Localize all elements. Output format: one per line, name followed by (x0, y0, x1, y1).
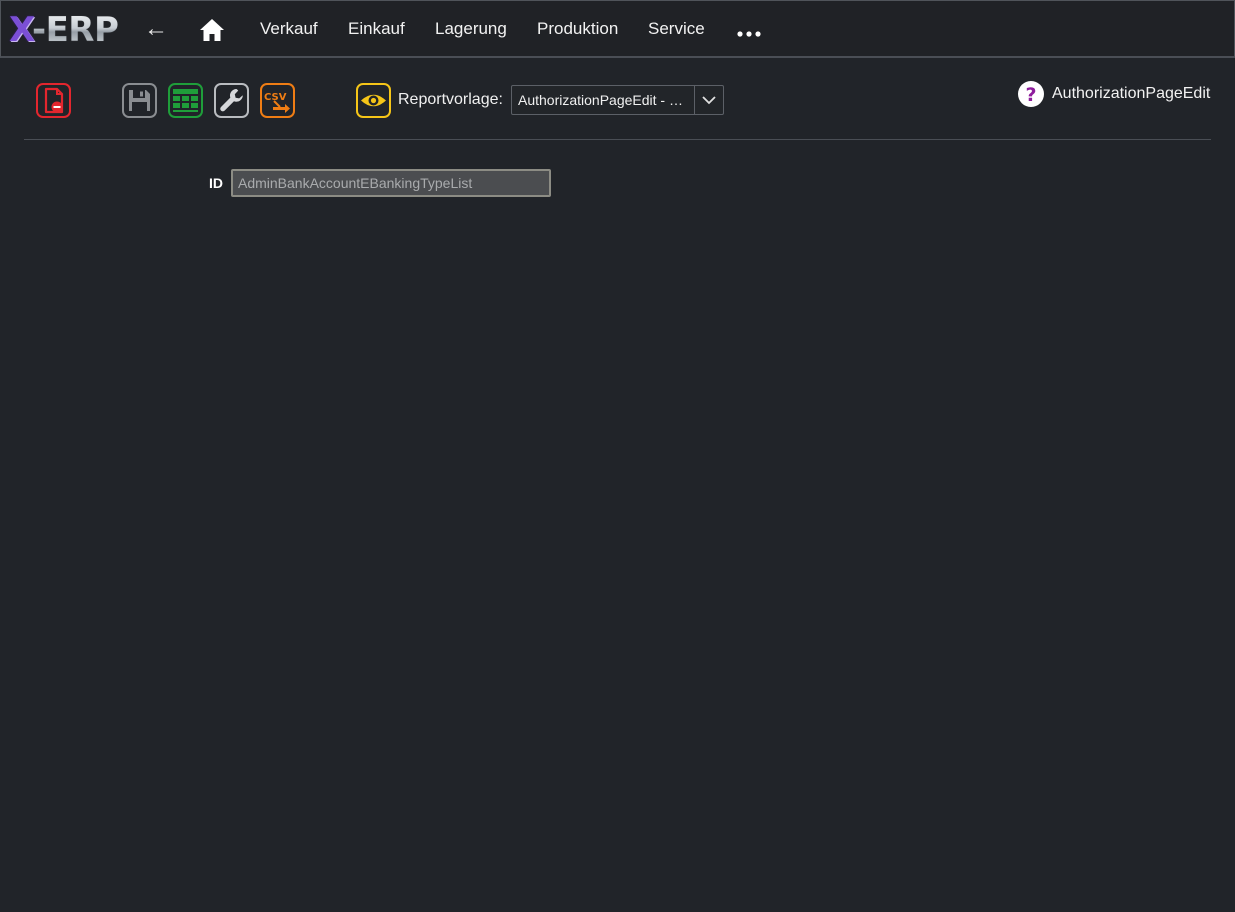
nav-item-verkauf[interactable]: Verkauf (260, 19, 318, 39)
chevron-down-icon[interactable] (694, 86, 723, 114)
id-field[interactable] (231, 169, 551, 197)
wrench-icon (214, 83, 249, 118)
table-view-button[interactable] (168, 83, 203, 118)
table-grid-icon (168, 83, 203, 118)
nav-item-lagerung[interactable]: Lagerung (435, 19, 507, 39)
report-template-select[interactable]: AuthorizationPageEdit - … (511, 85, 724, 115)
save-button[interactable] (122, 83, 157, 118)
page-name: AuthorizationPageEdit (1052, 85, 1211, 102)
nav-item-service[interactable]: Service (648, 19, 705, 39)
id-field-label: ID (209, 175, 223, 191)
settings-button[interactable] (214, 83, 249, 118)
nav-item-einkauf[interactable]: Einkauf (348, 19, 405, 39)
more-dots-icon[interactable] (736, 25, 762, 37)
delete-document-icon (36, 83, 71, 118)
app-logo[interactable]: X-ERP (9, 10, 119, 50)
nav-item-produktion[interactable]: Produktion (537, 19, 618, 39)
preview-button[interactable] (356, 83, 391, 118)
csv-export-button[interactable]: CSV (260, 83, 295, 118)
save-disk-icon (122, 83, 157, 118)
delete-button[interactable] (36, 83, 71, 118)
eye-icon (356, 83, 391, 118)
top-nav-bar: X-ERP ← Verkauf Einkauf Lagerung Produkt… (0, 0, 1235, 58)
help-question-icon[interactable]: ? (1018, 81, 1044, 107)
home-icon[interactable] (198, 17, 226, 43)
toolbar-divider (24, 139, 1211, 140)
report-template-label: Reportvorlage: (398, 91, 503, 108)
svg-text:?: ? (1025, 84, 1036, 106)
csv-export-icon: CSV (260, 83, 295, 118)
logo-erp: -ERP (31, 10, 119, 50)
report-template-value: AuthorizationPageEdit - … (518, 92, 683, 108)
back-arrow-icon[interactable]: ← (144, 15, 168, 43)
logo-x: X (9, 10, 32, 50)
